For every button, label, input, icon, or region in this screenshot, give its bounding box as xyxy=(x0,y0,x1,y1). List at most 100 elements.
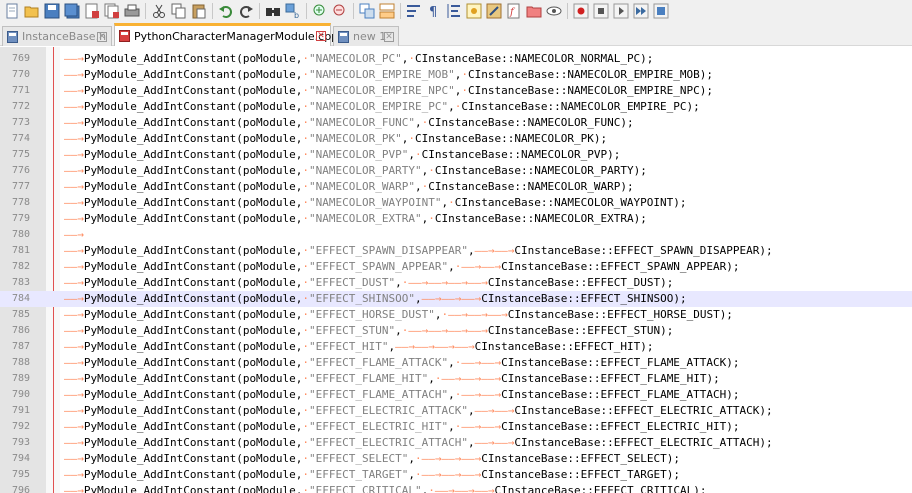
code-line[interactable]: 776 ——→PyModule_AddIntConstant(poModule,·… xyxy=(0,163,912,179)
file-icon xyxy=(7,30,18,43)
tab-arrow-icon: ——→ xyxy=(64,116,84,129)
tab-arrow-icon: ——→ xyxy=(468,276,488,289)
tab-arrow-icon: ——→ xyxy=(487,308,508,321)
close-tab-icon[interactable]: ✕ xyxy=(384,31,394,42)
code-line[interactable]: 774 ——→PyModule_AddIntConstant(poModule,·… xyxy=(0,131,912,147)
tab-arrow-icon: ——→ xyxy=(454,484,475,493)
user-defined-language-icon[interactable] xyxy=(466,3,482,19)
tab-new-1[interactable]: new 1 ✕ xyxy=(333,26,399,46)
paste-icon[interactable] xyxy=(191,3,207,19)
code-lines: 769 ——→PyModule_AddIntConstant(poModule,·… xyxy=(0,51,912,493)
code-line[interactable]: 788 ——→PyModule_AddIntConstant(poModule,·… xyxy=(0,355,912,371)
code-line[interactable]: 792 ——→PyModule_AddIntConstant(poModule,·… xyxy=(0,419,912,435)
zoom-in-icon[interactable] xyxy=(312,3,328,19)
tab-arrow-icon: ——→ xyxy=(64,372,84,385)
code-line[interactable]: 780 ——→ xyxy=(0,227,912,243)
line-number: 790 xyxy=(11,389,30,400)
function-list-icon[interactable]: f xyxy=(506,3,522,19)
svg-text:¶: ¶ xyxy=(429,5,437,19)
tab-instancebase-h[interactable]: InstanceBase.h ✕ xyxy=(2,26,112,46)
tab-pythoncharactermanagermodule-cpp[interactable]: PythonCharacterManagerModule.cpp ✕ xyxy=(114,23,338,46)
line-number: 771 xyxy=(11,85,30,96)
code-line[interactable]: 787 ——→PyModule_AddIntConstant(poModule,·… xyxy=(0,339,912,355)
code-line[interactable]: 778 ——→PyModule_AddIntConstant(poModule,·… xyxy=(0,195,912,211)
line-number: 777 xyxy=(11,181,30,192)
line-number: 776 xyxy=(11,165,30,176)
document-map-icon[interactable] xyxy=(486,3,502,19)
save-all-icon[interactable] xyxy=(64,3,80,19)
code-line[interactable]: 794 ——→PyModule_AddIntConstant(poModule,·… xyxy=(0,451,912,467)
replace-icon[interactable]: b xyxy=(285,3,301,19)
redo-icon[interactable] xyxy=(238,3,254,19)
code-line[interactable]: 773 ——→PyModule_AddIntConstant(poModule,·… xyxy=(0,115,912,131)
undo-icon[interactable] xyxy=(218,3,234,19)
code-line[interactable]: 793 ——→PyModule_AddIntConstant(poModule,·… xyxy=(0,435,912,451)
tab-arrow-icon: ——→ xyxy=(64,436,84,449)
close-tab-icon[interactable]: ✕ xyxy=(97,31,107,42)
zoom-out-icon[interactable] xyxy=(332,3,348,19)
save-macro-icon[interactable] xyxy=(653,3,669,19)
code-line[interactable]: 770 ——→PyModule_AddIntConstant(poModule,·… xyxy=(0,67,912,83)
record-macro-icon[interactable] xyxy=(573,3,589,19)
close-tab-icon[interactable]: ✕ xyxy=(316,31,326,41)
copy-icon[interactable] xyxy=(171,3,187,19)
open-file-icon[interactable] xyxy=(24,3,40,19)
play-macro-icon[interactable] xyxy=(613,3,629,19)
tab-label: new 1 xyxy=(353,30,387,43)
tab-arrow-icon: ——→ xyxy=(64,148,84,161)
code-line[interactable]: 781 ——→PyModule_AddIntConstant(poModule,·… xyxy=(0,243,912,259)
word-wrap-icon[interactable] xyxy=(406,3,422,19)
line-number: 795 xyxy=(11,469,30,480)
code-line[interactable]: 783 ——→PyModule_AddIntConstant(poModule,·… xyxy=(0,275,912,291)
tab-arrow-icon: ——→ xyxy=(64,308,84,321)
code-editor[interactable]: 769 ——→PyModule_AddIntConstant(poModule,·… xyxy=(0,47,912,493)
code-text: ——→PyModule_AddIntConstant(poModule,·"NA… xyxy=(64,212,647,225)
run-macro-multiple-icon[interactable] xyxy=(633,3,649,19)
code-line[interactable]: 782 ——→PyModule_AddIntConstant(poModule,·… xyxy=(0,259,912,275)
code-line[interactable]: 784 ——→PyModule_AddIntConstant(poModule,·… xyxy=(0,291,912,307)
code-text: ——→PyModule_AddIntConstant(poModule,·"EF… xyxy=(64,244,773,257)
tab-arrow-icon: ——→ xyxy=(64,260,84,273)
show-all-characters-icon[interactable]: ¶ xyxy=(426,3,442,19)
print-icon[interactable] xyxy=(124,3,140,19)
code-line[interactable]: 790 ——→PyModule_AddIntConstant(poModule,·… xyxy=(0,387,912,403)
toolbar-separator xyxy=(353,3,354,19)
line-number: 796 xyxy=(11,485,30,493)
find-icon[interactable] xyxy=(265,3,281,19)
code-line[interactable]: 786 ——→PyModule_AddIntConstant(poModule,·… xyxy=(0,323,912,339)
code-line[interactable]: 796 ——→PyModule_AddIntConstant(poModule,·… xyxy=(0,483,912,493)
code-line[interactable]: 777 ——→PyModule_AddIntConstant(poModule,·… xyxy=(0,179,912,195)
line-number: 784 xyxy=(11,293,30,304)
tab-arrow-icon: ——→ xyxy=(64,164,84,177)
code-line[interactable]: 769 ——→PyModule_AddIntConstant(poModule,·… xyxy=(0,51,912,67)
code-text: ——→PyModule_AddIntConstant(poModule,·"EF… xyxy=(64,340,654,353)
code-line[interactable]: 791 ——→PyModule_AddIntConstant(poModule,·… xyxy=(0,403,912,419)
monitoring-eye-icon[interactable] xyxy=(546,3,562,19)
sync-vertical-icon[interactable] xyxy=(359,3,375,19)
line-number: 789 xyxy=(11,373,30,384)
save-icon[interactable] xyxy=(44,3,60,19)
code-line[interactable]: 771 ——→PyModule_AddIntConstant(poModule,·… xyxy=(0,83,912,99)
code-line[interactable]: 789 ——→PyModule_AddIntConstant(poModule,·… xyxy=(0,371,912,387)
sync-horizontal-icon[interactable] xyxy=(379,3,395,19)
tab-arrow-icon: ——→ xyxy=(421,452,442,465)
cut-icon[interactable] xyxy=(151,3,167,19)
code-line[interactable]: 779 ——→PyModule_AddIntConstant(poModule,·… xyxy=(0,211,912,227)
tab-arrow-icon: ——→ xyxy=(64,228,84,241)
code-text: ——→PyModule_AddIntConstant(poModule,·"EF… xyxy=(64,292,687,305)
tab-arrow-icon: ——→ xyxy=(454,340,475,353)
code-line[interactable]: 775 ——→PyModule_AddIntConstant(poModule,·… xyxy=(0,147,912,163)
folder-as-workspace-icon[interactable] xyxy=(526,3,542,19)
code-line[interactable]: 795 ——→PyModule_AddIntConstant(poModule,·… xyxy=(0,467,912,483)
new-file-icon[interactable] xyxy=(4,3,20,19)
code-line[interactable]: 785 ——→PyModule_AddIntConstant(poModule,·… xyxy=(0,307,912,323)
code-line[interactable]: 772 ——→PyModule_AddIntConstant(poModule,·… xyxy=(0,99,912,115)
stop-recording-icon[interactable] xyxy=(593,3,609,19)
line-number: 785 xyxy=(11,309,30,320)
tab-arrow-icon: ——→ xyxy=(428,276,449,289)
close-all-icon[interactable] xyxy=(104,3,120,19)
close-icon[interactable] xyxy=(84,3,100,19)
indent-guide-icon[interactable] xyxy=(446,3,462,19)
tab-arrow-icon: ——→ xyxy=(64,132,84,145)
tab-arrow-icon: ——→ xyxy=(64,180,84,193)
